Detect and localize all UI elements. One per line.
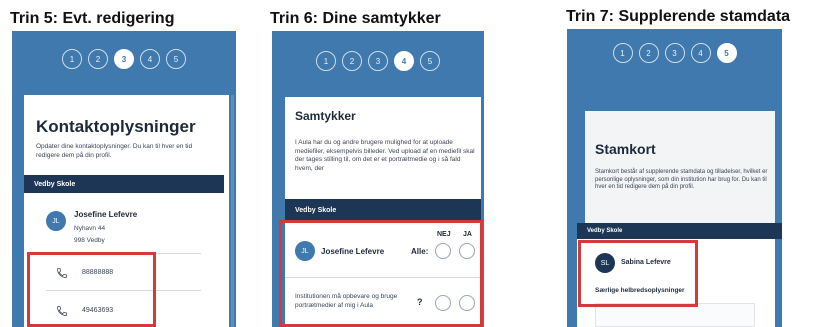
card-description: I Aula har du og andre brugere mulighed … [295,139,475,172]
step-dot-2: 2 [638,43,659,63]
step-indicator: 1 2 3 4 5 [272,51,484,71]
school-bar: Vedby Skole [285,199,481,221]
school-bar: Vedby Skole [577,223,782,239]
step-dot-3-active: 3 [114,49,134,69]
address-line-2: 998 Vedby [74,237,105,244]
card-description: Opdater dine kontaktoplysninger. Du kan … [36,143,193,159]
step-5-title: Trin 5: Evt. redigering [10,10,175,27]
step-dot-4: 4 [140,49,160,69]
school-bar: Vedby Skole [24,175,224,193]
step-indicator: 1 2 3 4 5 [12,49,236,69]
step-dot-2: 2 [88,49,108,69]
page-title: Kontaktoplysninger [36,117,196,136]
scrollbar[interactable] [231,95,234,327]
step-7-title: Trin 7: Supplerende stamdata [566,8,791,25]
address-line-1: Nyhavn 44 [74,225,106,232]
step-dot-1: 1 [316,51,336,71]
step-dot-5-active: 5 [716,43,737,63]
step-dot-3: 3 [368,51,388,71]
step-6-title: Trin 6: Dine samtykker [270,10,441,27]
step-dot-4: 4 [690,43,711,63]
step-dot-5: 5 [420,51,440,71]
highlight-phone-fields [27,252,156,327]
step-indicator: 1 2 3 4 5 [567,43,782,63]
avatar: JL [46,211,66,231]
stamkort-card: Stamkort Stamkort består af supplerende … [585,111,775,223]
step-dot-3: 3 [664,43,685,63]
step-dot-2: 2 [342,51,362,71]
highlight-consent-rows [279,220,483,327]
contact-name: Josefine Lefevre [74,210,138,219]
page-title: Stamkort [595,141,656,157]
card-description: Stamkort består af supplerende stamdata … [595,169,768,190]
step-dot-5: 5 [166,49,186,69]
step-dot-1: 1 [612,43,633,63]
page-title: Samtykker [295,109,356,123]
step-dot-4-active: 4 [394,51,414,71]
highlight-child-section [578,240,698,307]
step-dot-1: 1 [62,49,82,69]
